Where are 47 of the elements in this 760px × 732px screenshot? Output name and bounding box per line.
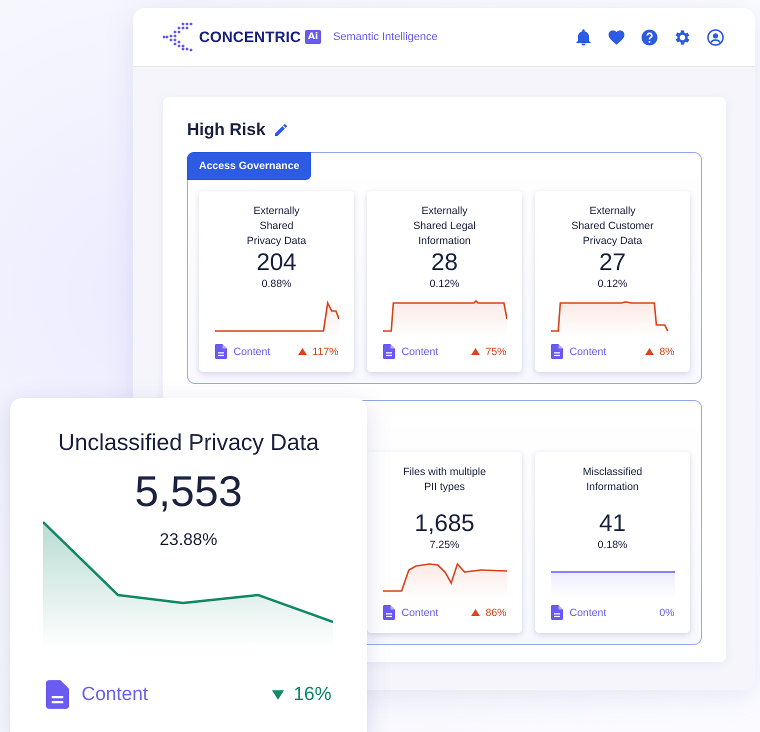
source-link[interactable]: Content xyxy=(82,684,148,706)
metric-percent: 7.25% xyxy=(430,538,460,552)
panel-title: High Risk xyxy=(187,120,266,140)
metric-title: Files with multiple PII types xyxy=(403,465,486,495)
metric-title: Misclassified Information xyxy=(582,465,642,495)
document-icon xyxy=(382,344,394,359)
source-link[interactable]: Content xyxy=(570,606,606,618)
metric-value: 5,553 xyxy=(134,468,242,516)
trend-change: 16% xyxy=(293,684,332,706)
logo-wordmark: CONCENTRIC xyxy=(199,28,301,46)
metric-value: 1,685 xyxy=(414,510,475,538)
document-icon xyxy=(382,605,394,620)
source-link[interactable]: Content xyxy=(234,346,270,358)
source-link[interactable]: Content xyxy=(570,346,606,358)
metric-title: Externally Shared Privacy Data xyxy=(246,204,306,249)
document-icon xyxy=(550,344,562,359)
group-label: Access Governance xyxy=(187,152,312,180)
help-icon[interactable] xyxy=(640,28,659,46)
edit-pencil-icon[interactable] xyxy=(273,122,290,138)
favorites-heart-icon[interactable] xyxy=(607,28,626,46)
trend-change: 8% xyxy=(659,346,674,358)
trend-change: 0% xyxy=(659,606,674,618)
metric-value: 28 xyxy=(431,249,458,277)
source-link[interactable]: Content xyxy=(402,606,438,618)
settings-gear-icon[interactable] xyxy=(673,28,692,46)
metric-title: Externally Shared Legal Information xyxy=(413,204,476,249)
metric-title: Externally Shared Customer Privacy Data xyxy=(571,204,654,249)
document-icon xyxy=(46,680,68,709)
metric-value: 204 xyxy=(256,249,297,277)
trend-change: 86% xyxy=(485,606,506,618)
user-profile-icon[interactable] xyxy=(706,28,725,46)
metric-percent: 0.18% xyxy=(598,538,628,552)
metric-percent: 0.12% xyxy=(598,277,628,291)
metric-value: 41 xyxy=(599,510,626,538)
trend-change: 75% xyxy=(485,346,506,358)
document-icon xyxy=(214,344,226,359)
metric-percent: 0.88% xyxy=(262,277,292,291)
logo-badge: Ai xyxy=(305,30,322,44)
metric-percent: 0.12% xyxy=(430,277,460,291)
document-icon xyxy=(550,605,562,620)
tagline: Semantic Intelligence xyxy=(333,31,438,43)
metric-title: Unclassified Privacy Data xyxy=(58,429,319,456)
metric-value: 27 xyxy=(599,249,626,277)
notifications-bell-icon[interactable] xyxy=(574,28,593,46)
source-link[interactable]: Content xyxy=(402,346,438,358)
metric-percent: 23.88% xyxy=(160,530,218,550)
trend-change: 117% xyxy=(312,346,338,358)
